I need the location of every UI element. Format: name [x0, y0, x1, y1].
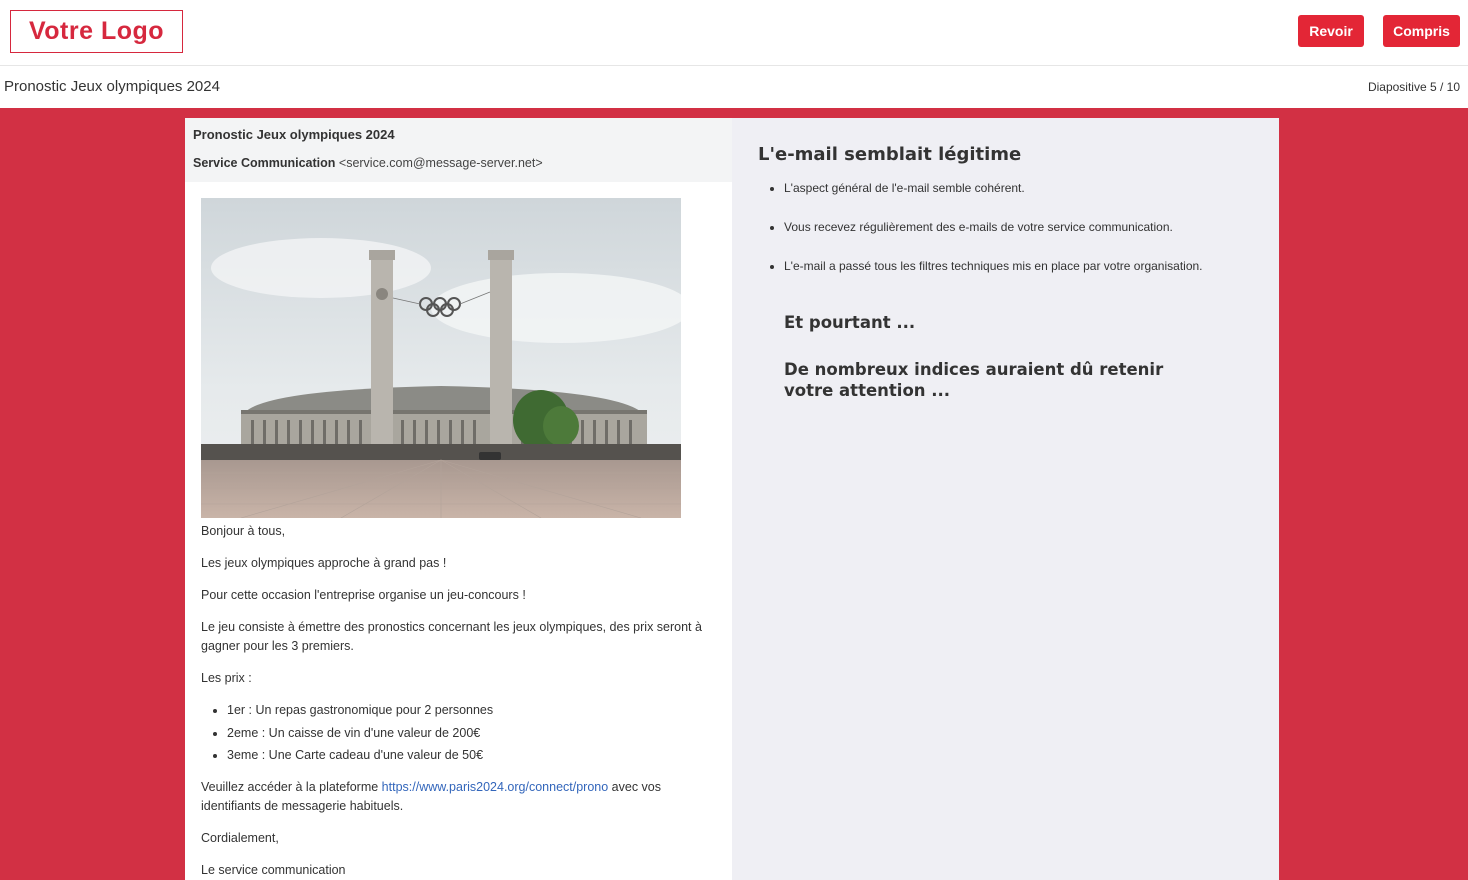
email-header: Pronostic Jeux olympiques 2024 Service C… [185, 118, 732, 182]
explanation-item: L'e-mail a passé tous les filtres techni… [784, 259, 1253, 274]
email-sender: Service Communication <service.com@messa… [193, 156, 724, 170]
email-signature: Le service communication [201, 863, 346, 877]
panel-subheading-2: De nombreux indices auraient dû retenir … [784, 360, 1164, 400]
revoir-button[interactable]: Revoir [1298, 15, 1364, 47]
email-paragraph: Le jeu consiste à émettre des pronostics… [201, 620, 702, 653]
prize-item: 1er : Un repas gastronomique pour 2 pers… [227, 701, 716, 720]
logo: Votre Logo [10, 10, 183, 53]
email-preview: Pronostic Jeux olympiques 2024 Service C… [185, 118, 732, 880]
email-cta: Veuillez accéder à la plateforme https:/… [201, 778, 716, 816]
title-bar: Pronostic Jeux olympiques 2024 Diapositi… [0, 67, 1468, 108]
email-paragraph: Pour cette occasion l'entreprise organis… [201, 588, 526, 602]
phishing-link[interactable]: https://www.paris2024.org/connect/prono [382, 780, 609, 794]
email-body: Bonjour à tous, Les jeux olympiques appr… [185, 182, 732, 880]
email-greeting: Bonjour à tous, [201, 524, 286, 538]
explanation-panel: L'e-mail semblait légitime L'aspect géné… [732, 118, 1279, 880]
email-paragraph: Les jeux olympiques approche à grand pas… [201, 556, 447, 570]
slide-counter: Diapositive 5 / 10 [1367, 80, 1460, 94]
explanation-item: Vous recevez régulièrement des e-mails d… [784, 220, 1253, 235]
logo-text: Votre Logo [28, 17, 165, 45]
email-subject: Pronostic Jeux olympiques 2024 [193, 127, 395, 142]
explanation-list: L'aspect général de l'e-mail semble cohé… [784, 181, 1253, 274]
sender-address: <service.com@message-server.net> [338, 156, 543, 170]
slide-stage: Pronostic Jeux olympiques 2024 Service C… [0, 108, 1468, 880]
top-bar: Votre Logo Revoir Compris [0, 0, 1468, 66]
cta-text-before: Veuillez accéder à la plateforme [201, 780, 382, 794]
prize-list: 1er : Un repas gastronomique pour 2 pers… [227, 701, 716, 765]
email-paragraph: Les prix : [201, 671, 252, 685]
olympic-stadium-photo [201, 198, 681, 518]
prize-item: 3eme : Une Carte cadeau d'une valeur de … [227, 746, 716, 765]
prize-item: 2eme : Un caisse de vin d'une valeur de … [227, 724, 716, 743]
explanation-item: L'aspect général de l'e-mail semble cohé… [784, 181, 1253, 196]
panel-title: L'e-mail semblait légitime [758, 144, 1022, 165]
course-title: Pronostic Jeux olympiques 2024 [4, 78, 220, 95]
sender-name: Service Communication [193, 156, 336, 170]
compris-button[interactable]: Compris [1383, 15, 1460, 47]
panel-subheading: Et pourtant ... [784, 313, 916, 332]
email-closing: Cordialement, [201, 831, 279, 845]
